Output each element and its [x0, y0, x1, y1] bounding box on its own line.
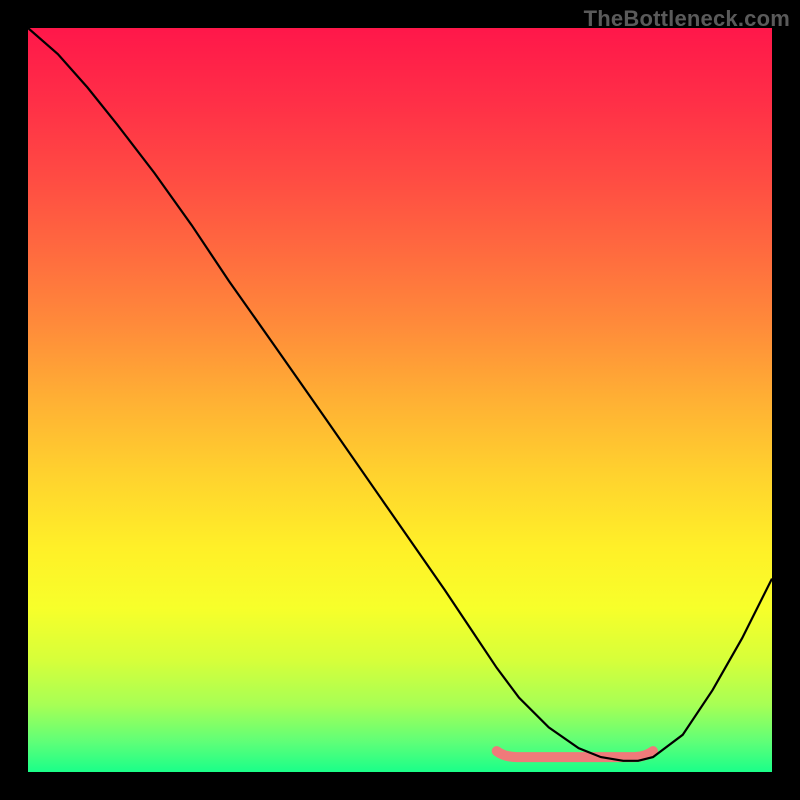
plot-area: [28, 28, 772, 772]
chart-frame: TheBottleneck.com: [0, 0, 800, 800]
gradient-background: [28, 28, 772, 772]
chart-svg: [28, 28, 772, 772]
